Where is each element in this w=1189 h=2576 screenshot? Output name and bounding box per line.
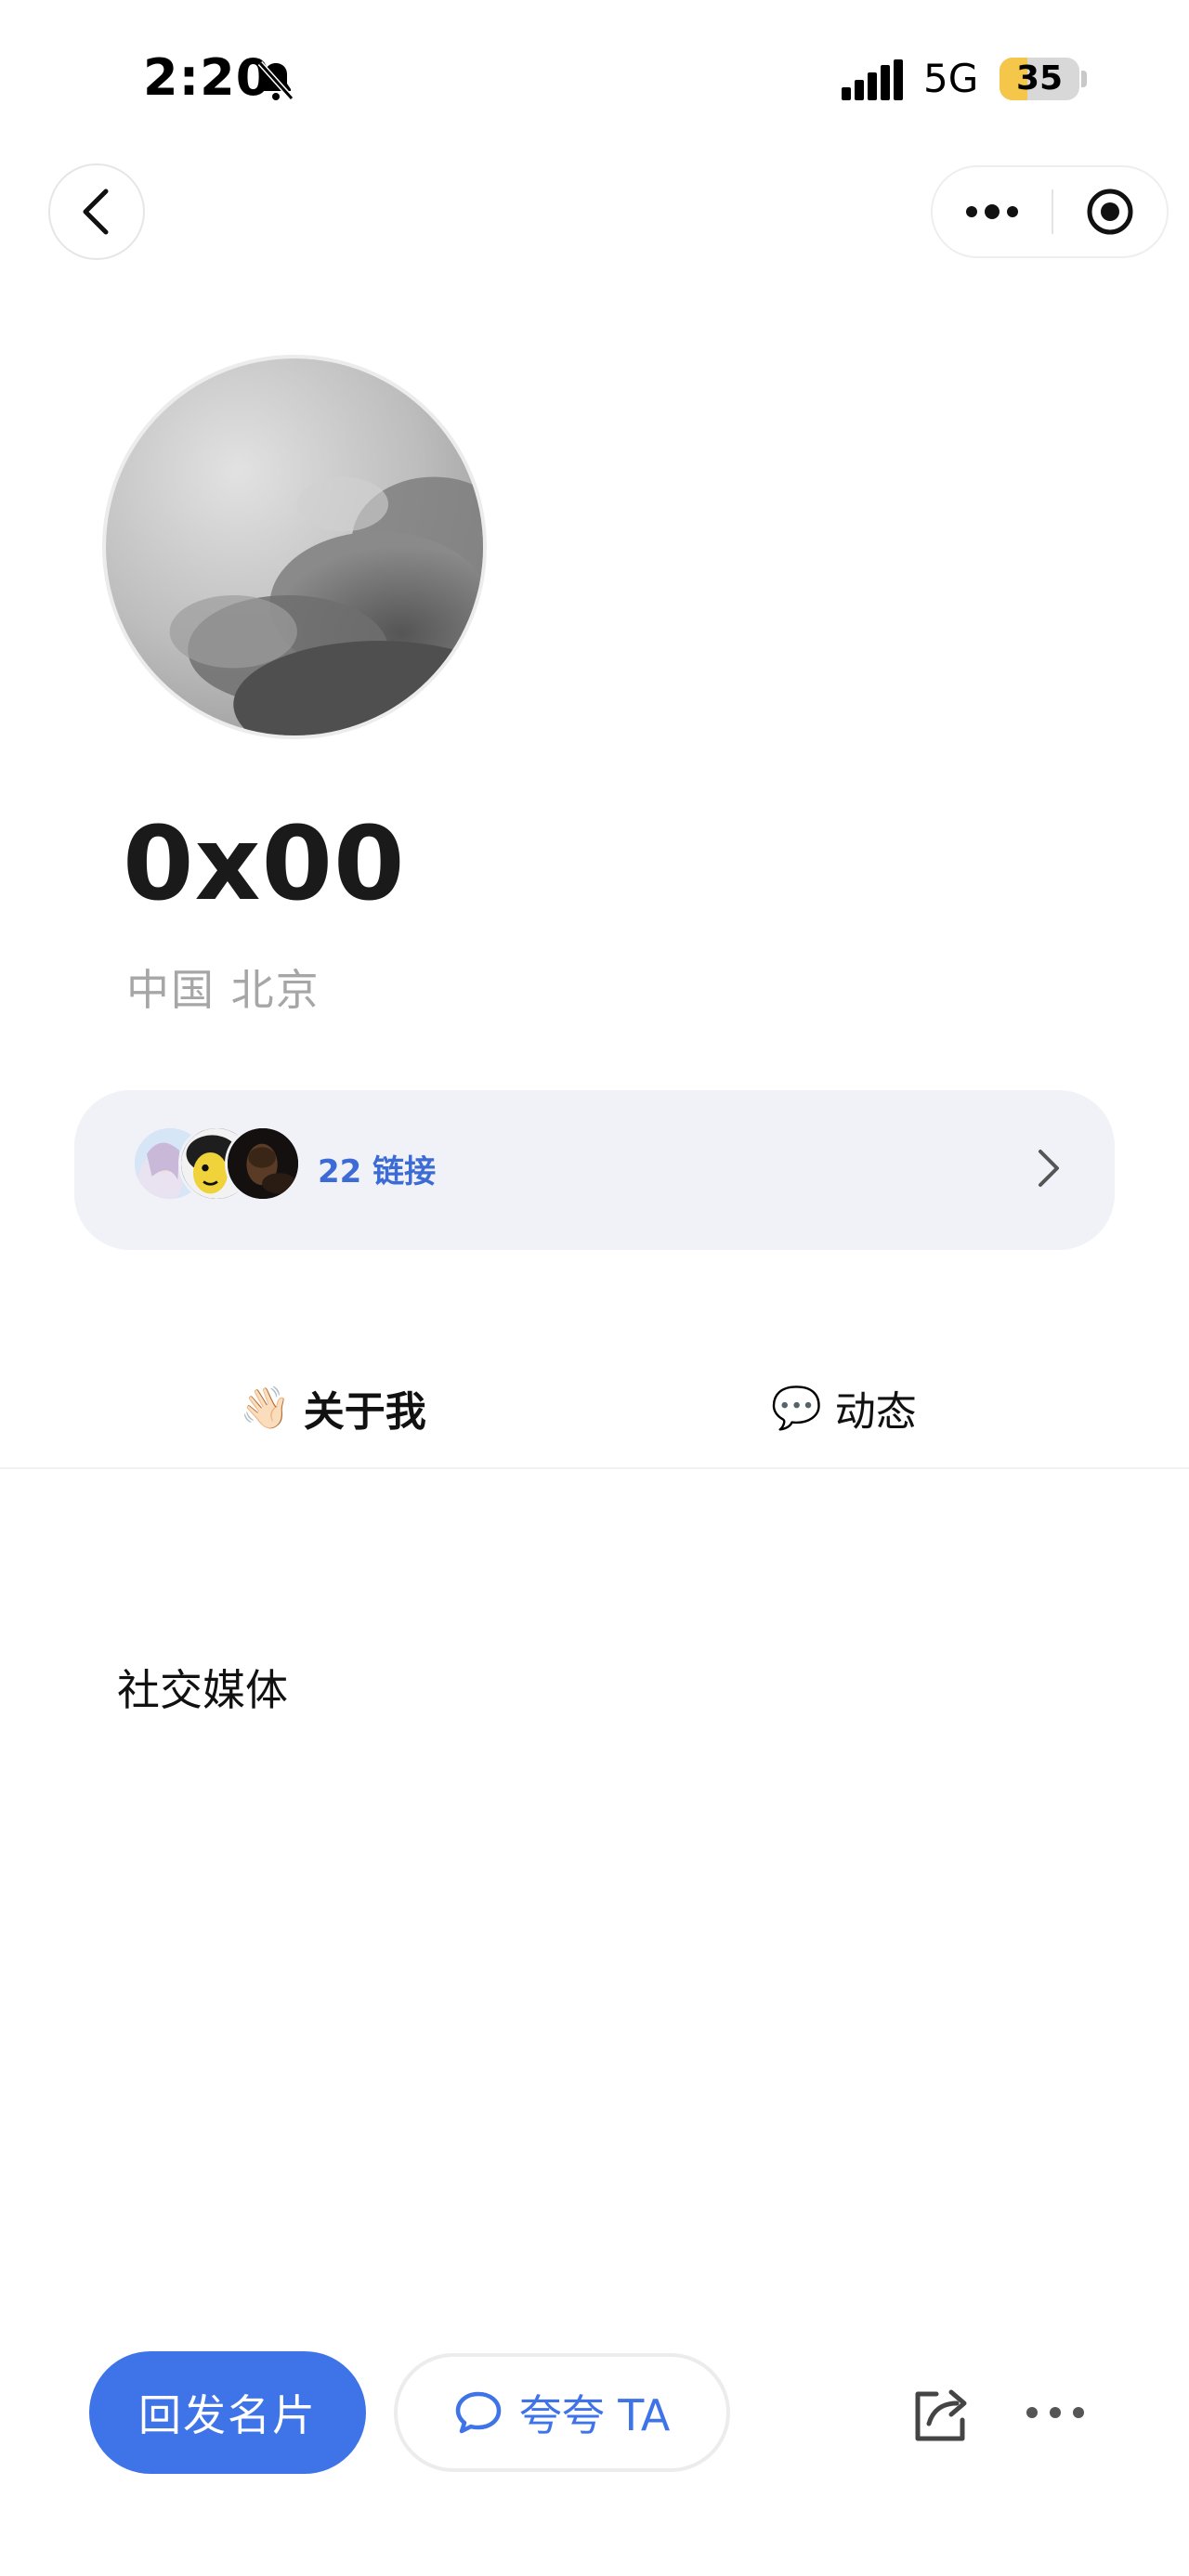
- cloud-photo-icon: [106, 358, 483, 735]
- bell-muted-icon: [257, 60, 294, 101]
- share-icon: [915, 2389, 967, 2441]
- overflow-menu-button[interactable]: [1018, 2385, 1092, 2440]
- battery-level-text: 35: [1015, 59, 1064, 98]
- speech-bubble-icon: 💬: [771, 1385, 822, 1432]
- profile-location: 中国 北京: [126, 965, 320, 1015]
- close-button[interactable]: [1053, 167, 1167, 256]
- ellipsis-icon: [1026, 2407, 1084, 2418]
- tab-feed-label: 动态: [834, 1388, 917, 1436]
- tab-about-me-label: 关于我: [303, 1388, 426, 1436]
- battery-indicator: 35: [1000, 58, 1079, 100]
- praise-label: 夸夸 TA: [518, 2390, 671, 2440]
- signal-icon: [842, 59, 903, 100]
- share-button[interactable]: [905, 2375, 979, 2450]
- tab-feed[interactable]: 💬 动态: [771, 1371, 917, 1445]
- connection-avatars: [132, 1125, 308, 1203]
- links-card[interactable]: 22 链接: [74, 1090, 1115, 1250]
- battery-cap: [1081, 71, 1087, 87]
- social-media-section-title: 社交媒体: [117, 1665, 288, 1715]
- tab-about-me[interactable]: 👋🏻 关于我: [240, 1371, 426, 1445]
- chat-bubble-icon: [455, 2391, 501, 2434]
- waving-hand-icon: 👋🏻: [240, 1385, 291, 1432]
- praise-button[interactable]: 夸夸 TA: [394, 2353, 730, 2472]
- back-button[interactable]: [48, 163, 145, 260]
- profile-name: 0x00: [123, 804, 406, 923]
- profile-avatar[interactable]: [102, 355, 487, 739]
- chevron-right-icon: [1039, 1150, 1059, 1187]
- more-button[interactable]: [933, 167, 1052, 256]
- more-dots-icon: [966, 204, 1018, 219]
- tabs-divider: [0, 1467, 1189, 1469]
- network-label: 5G: [923, 56, 979, 101]
- mini-program-capsule: [931, 165, 1169, 258]
- links-count-label: 22 链接: [318, 1153, 437, 1190]
- connection-avatar: [225, 1125, 301, 1202]
- close-target-icon: [1087, 189, 1133, 235]
- chevron-left-icon: [83, 189, 109, 235]
- send-card-button[interactable]: 回发名片: [89, 2351, 366, 2474]
- profile-page: 2:20 5G 35 0x00 中国 北京 22 链接 👋🏻 关于我 💬 动态 …: [0, 0, 1189, 2576]
